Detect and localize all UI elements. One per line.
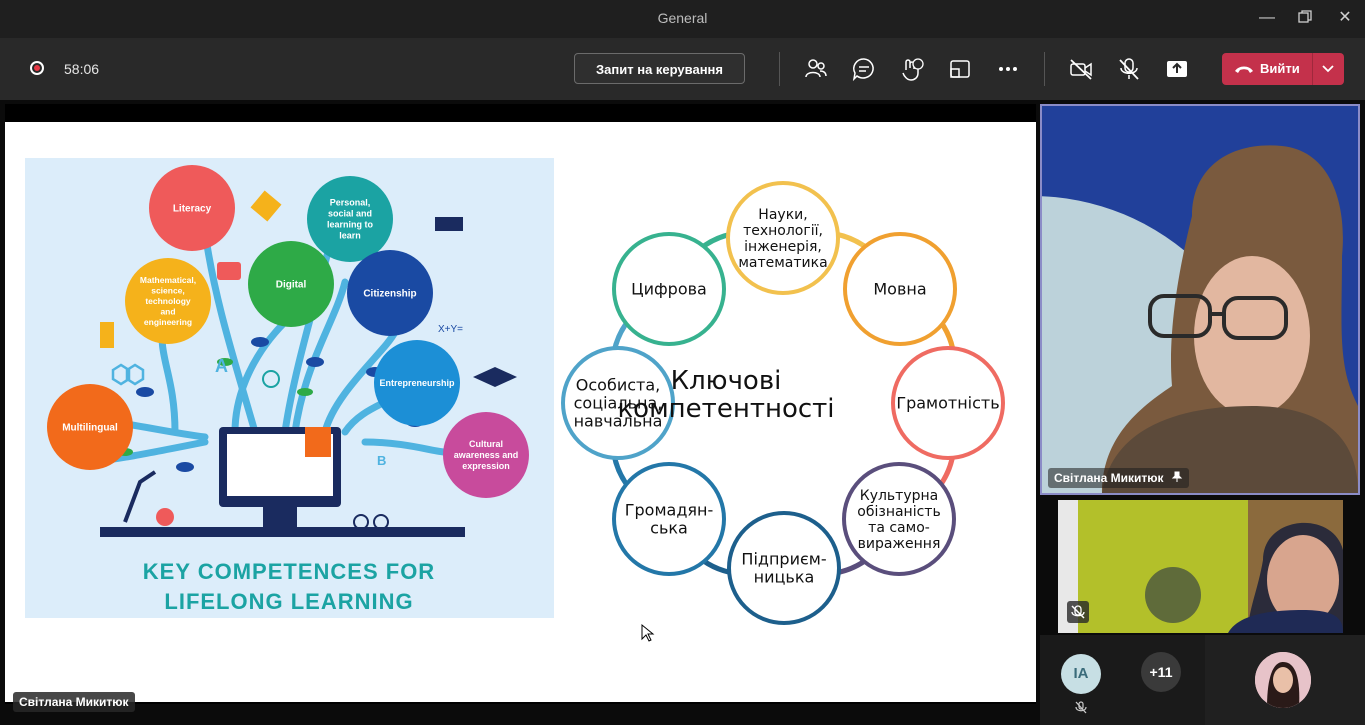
competence-bubble-label: Multilingual <box>62 423 118 434</box>
competence-bubble-label: engineering <box>144 317 192 327</box>
more-icon[interactable] <box>995 56 1021 82</box>
leave-label: Вийти <box>1260 61 1300 76</box>
competence-bubble-label: awareness and <box>454 450 519 460</box>
participants-strip: IA +11 <box>1040 635 1365 725</box>
ring-circle-label: Мовна <box>873 280 926 299</box>
competence-bubble-label: Personal, <box>330 198 371 208</box>
illustration-title-line1: KEY COMPETENCES FOR <box>143 559 435 584</box>
title-bar: General — ✕ <box>0 0 1365 38</box>
more-participants-badge[interactable]: +11 <box>1141 652 1181 692</box>
window-title: General <box>657 10 708 26</box>
competence-bubble-label: Literacy <box>173 204 212 215</box>
letter-a: A <box>215 356 228 376</box>
presentation-slide: X+Y= A B Literacy Personal, social and lear… <box>5 122 1036 702</box>
camera-off-icon[interactable] <box>1068 56 1094 82</box>
competence-bubble-label: Citizenship <box>363 289 416 300</box>
ring-circle-label: Цифрова <box>631 280 707 299</box>
reactions-icon[interactable] <box>899 56 925 82</box>
typewriter-icon <box>435 217 463 231</box>
ring-circle-label: технології, <box>743 223 823 239</box>
key-competencies-diagram: Науки,технології,інженерія,математика Мов… <box>561 181 1005 625</box>
ring-circle-label: математика <box>738 255 827 271</box>
cursor-icon <box>641 623 655 642</box>
ring-circle-label: Особиста, <box>576 376 660 395</box>
leave-button[interactable]: Вийти <box>1222 53 1344 85</box>
competence-bubble-label: learning to <box>327 220 374 230</box>
presenter-name-tag: Світлана Микитюк <box>13 692 135 712</box>
ring-circle-label: Підприєм- <box>741 550 826 569</box>
rooms-icon[interactable] <box>947 56 973 82</box>
participants-icon[interactable] <box>803 56 829 82</box>
ring-circle-label: ницька <box>754 568 815 587</box>
ring-circle-label: ська <box>650 519 688 538</box>
competence-bubble-label: science, <box>151 285 185 295</box>
toolbar-divider <box>1044 52 1045 86</box>
toolbar-divider <box>779 52 780 86</box>
competence-bubble-label: Digital <box>276 280 307 291</box>
competence-bubble-label: learn <box>339 231 361 241</box>
competence-bubble-label: expression <box>462 461 510 471</box>
record-icon <box>30 61 44 75</box>
monitor-stand <box>263 507 297 527</box>
ring-circle-label: вираження <box>858 536 941 552</box>
illustration-title-line2: LIFELONG LEARNING <box>164 589 413 614</box>
letter-b: B <box>377 453 386 468</box>
minimize-icon[interactable]: — <box>1258 9 1276 27</box>
muted-badge <box>1067 601 1089 623</box>
competence-bubble-label: and <box>160 306 175 316</box>
participant-name-tag: Світлана Микитюк <box>1048 468 1189 488</box>
leave-divider <box>1312 53 1313 85</box>
pin-icon <box>1171 471 1183 482</box>
ring-circle-label: Грамотність <box>896 394 999 413</box>
request-control-button[interactable]: Запит на керування <box>574 53 745 84</box>
shoulders <box>1228 610 1343 633</box>
participant-video-secondary[interactable] <box>1058 500 1343 633</box>
competence-bubble-label: Entrepreneurship <box>379 378 455 388</box>
competence-bubble-label: technology <box>145 296 191 306</box>
apple-icon <box>156 508 174 526</box>
plant <box>1145 567 1201 623</box>
key-competences-illustration: X+Y= A B LiteracyPersonal,social andlear… <box>25 158 554 618</box>
muted-icon <box>1075 701 1087 714</box>
ring-circle-label: інженерія, <box>744 239 822 255</box>
competence-bubble-label: Cultural <box>469 439 503 449</box>
video-play-icon <box>217 262 241 280</box>
share-icon[interactable] <box>1164 56 1190 82</box>
restore-icon[interactable] <box>1296 9 1314 27</box>
hourglass-icon <box>100 322 114 348</box>
competence-bubble-label: social and <box>328 209 372 219</box>
mic-off-icon[interactable] <box>1116 56 1142 82</box>
avatar-initials[interactable]: IA <box>1061 654 1101 694</box>
meeting-toolbar: 58:06 Запит на керування Вийти <box>0 38 1365 100</box>
diagram-center-line1: Ключові <box>671 366 782 396</box>
diagram-center-line2: компетентності <box>617 394 834 424</box>
ring-circle-label: Науки, <box>758 207 807 223</box>
muted-icon <box>1071 605 1085 619</box>
participant-video-main[interactable]: Світлана Микитюк <box>1040 104 1360 495</box>
close-icon[interactable]: ✕ <box>1336 9 1354 27</box>
formula-text: X+Y= <box>438 324 463 335</box>
desk <box>100 527 465 537</box>
ring-circle-label: Громадян- <box>625 501 714 520</box>
participant-name: Світлана Микитюк <box>1054 471 1164 485</box>
phone-hangup-icon <box>1235 66 1253 73</box>
ring-circle-label: Культурна <box>860 488 938 504</box>
chat-icon[interactable] <box>851 56 877 82</box>
chevron-down-icon[interactable] <box>1321 64 1335 74</box>
meeting-timer: 58:06 <box>64 61 100 77</box>
competence-bubble-label: Mathematical, <box>140 275 196 285</box>
bookmark <box>305 427 331 457</box>
ring-circle-label: та само- <box>868 520 930 536</box>
ring-circle-label: обізнаність <box>857 504 940 520</box>
avatar-photo[interactable] <box>1255 652 1311 708</box>
